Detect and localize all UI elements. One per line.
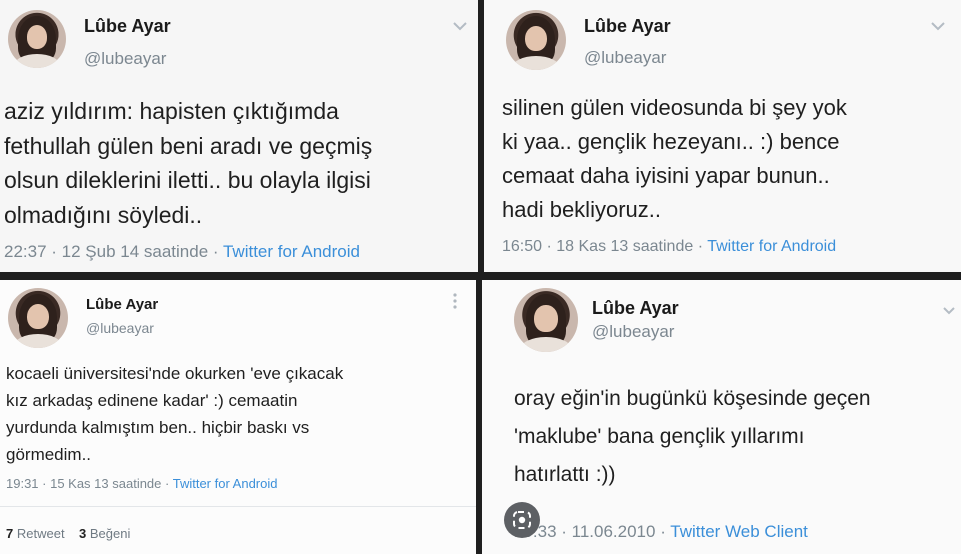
source-link[interactable]: Twitter Web Client [670, 522, 808, 541]
tweet-line: fethullah gülen beni aradı ve geçmiş [4, 132, 373, 159]
chevron-down-icon[interactable] [942, 302, 956, 320]
tweet-line: cemaat daha iyisini yapar bunun.. [502, 163, 830, 188]
tweet-meta: 19:33 · 11.06.2010 · Twitter Web Client [514, 522, 808, 542]
tweet-card-1: Lûbe Ayar @lubeayar aziz yıldırım: hapis… [0, 0, 478, 272]
avatar[interactable] [8, 10, 66, 68]
user-handle[interactable]: @lubeayar [592, 322, 674, 342]
display-name[interactable]: Lûbe Ayar [84, 16, 171, 37]
tweet-line: aziz yıldırım: hapisten çıktığımda [4, 98, 339, 124]
tweet-line: oray eğin'in bugünkü köşesinde geçen [514, 387, 871, 410]
user-handle[interactable]: @lubeayar [584, 48, 666, 68]
tweet-line: hadi bekliyoruz.. [502, 197, 661, 222]
avatar[interactable] [514, 288, 578, 352]
avatar[interactable] [8, 288, 68, 348]
engagement-stats: 7 Retweet 3 Beğeni [6, 526, 130, 541]
display-name[interactable]: Lûbe Ayar [584, 16, 671, 37]
tweet-line: görmedim.. [6, 445, 92, 464]
tweet-line: olmadığını söyledi.. [4, 201, 203, 228]
user-handle[interactable]: @lubeayar [86, 320, 154, 336]
divider [0, 506, 476, 507]
avatar[interactable] [506, 10, 566, 70]
timestamp[interactable]: 16:50 · 18 Kas 13 saatinde · [502, 238, 707, 255]
lens-search-icon[interactable] [504, 502, 540, 538]
retweet-label[interactable]: Retweet [17, 526, 65, 541]
tweet-text: aziz yıldırım: hapisten çıktığımda fethu… [4, 94, 372, 232]
tweet-line: hatırlattı :)) [514, 463, 616, 486]
user-handle[interactable]: @lubeayar [84, 49, 166, 69]
retweet-count[interactable]: 7 [6, 526, 13, 541]
like-label[interactable]: Beğeni [90, 526, 130, 541]
tweet-card-2: Lûbe Ayar @lubeayar silinen gülen videos… [484, 0, 961, 272]
source-link[interactable]: Twitter for Android [223, 242, 360, 261]
tweet-line: kocaeli üniversitesi'nde okurken 'eve çı… [6, 364, 344, 383]
chevron-down-icon[interactable] [930, 18, 946, 36]
tweet-meta: 22:37 · 12 Şub 14 saatinde · Twitter for… [4, 242, 360, 262]
display-name[interactable]: Lûbe Ayar [592, 298, 679, 319]
tweet-meta: 19:31 · 15 Kas 13 saatinde · Twitter for… [6, 476, 278, 491]
tweet-meta: 16:50 · 18 Kas 13 saatinde · Twitter for… [502, 238, 836, 256]
timestamp[interactable]: 22:37 · 12 Şub 14 saatinde · [4, 242, 223, 261]
display-name[interactable]: Lûbe Ayar [86, 296, 158, 313]
tweet-card-3: Lûbe Ayar @lubeayar kocaeli üniversitesi… [0, 280, 476, 554]
tweet-text: oray eğin'in bugünkü köşesinde geçen 'ma… [514, 380, 871, 494]
source-link[interactable]: Twitter for Android [173, 476, 278, 491]
tweet-line: yurdunda kalmıştım ben.. hiçbir baskı vs [6, 418, 310, 437]
tweet-line: 'maklube' bana gençlik yıllarımı [514, 425, 805, 448]
tweet-line: silinen gülen videosunda bi şey yok [502, 95, 847, 120]
tweet-line: ki yaa.. gençlik hezeyanı.. :) bence [502, 129, 840, 154]
tweet-text: kocaeli üniversitesi'nde okurken 'eve çı… [6, 360, 343, 468]
tweet-card-4: Lûbe Ayar @lubeayar oray eğin'in bugünkü… [482, 280, 961, 554]
source-link[interactable]: Twitter for Android [707, 238, 836, 255]
tweet-line: olsun dileklerini iletti.. bu olayla ilg… [4, 167, 371, 193]
chevron-down-icon[interactable] [452, 18, 468, 36]
more-vertical-icon[interactable] [452, 292, 458, 315]
timestamp[interactable]: 19:31 · 15 Kas 13 saatinde · [6, 476, 173, 491]
like-count[interactable]: 3 [79, 526, 86, 541]
tweet-line: kız arkadaş edinene kadar' :) cemaatin [6, 391, 298, 410]
tweet-text: silinen gülen videosunda bi şey yok ki y… [502, 91, 847, 227]
